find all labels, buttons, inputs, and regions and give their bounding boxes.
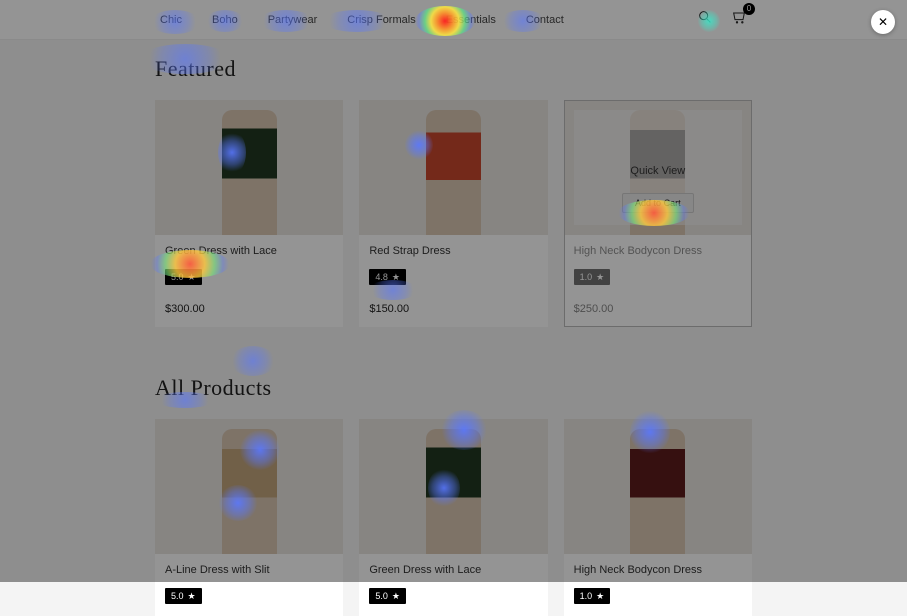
product-title: High Neck Bodycon Dress xyxy=(574,564,742,576)
product-image[interactable] xyxy=(155,419,343,554)
cart-icon xyxy=(731,12,747,29)
rating-badge: 5.0★ xyxy=(165,588,202,604)
rating-badge: 4.8★ xyxy=(369,269,406,285)
nav-item-essentials[interactable]: Essentials xyxy=(446,14,496,26)
product-image[interactable] xyxy=(564,419,752,554)
product-card[interactable]: A-Line Dress with Slit 5.0★ xyxy=(155,419,343,616)
product-price: $150.00 xyxy=(369,303,537,315)
all-products-heading: All Products xyxy=(155,375,752,401)
nav-item-partywear[interactable]: Partywear xyxy=(268,14,318,26)
nav-icons: 0 xyxy=(697,9,747,30)
product-image[interactable] xyxy=(155,100,343,235)
cart-button[interactable]: 0 xyxy=(731,9,747,30)
product-card[interactable]: Green Dress with Lace 5.0★ $300.00 xyxy=(155,100,343,327)
product-card[interactable]: Green Dress with Lace 5.0★ xyxy=(359,419,547,616)
star-icon: ★ xyxy=(188,273,196,282)
rating-badge: 1.0★ xyxy=(574,588,611,604)
product-card-hovered[interactable]: Quick View Add to Cart High Neck Bodycon… xyxy=(564,100,752,327)
search-icon[interactable] xyxy=(697,9,713,30)
product-title: Green Dress with Lace xyxy=(369,564,537,576)
top-navbar: Chic Boho Partywear Crisp Formals Essent… xyxy=(0,0,907,40)
page-content: Featured Green Dress with Lace 5.0★ $300… xyxy=(0,40,907,616)
nav-links: Chic Boho Partywear Crisp Formals Essent… xyxy=(160,14,564,26)
product-card[interactable]: Red Strap Dress 4.8★ $150.00 xyxy=(359,100,547,327)
star-icon: ★ xyxy=(392,273,400,282)
hover-frame xyxy=(564,100,752,327)
nav-item-crispformals[interactable]: Crisp Formals xyxy=(347,14,415,26)
product-price: $300.00 xyxy=(165,303,333,315)
nav-item-contact[interactable]: Contact xyxy=(526,14,564,26)
star-icon: ★ xyxy=(188,592,196,601)
star-icon: ★ xyxy=(596,592,604,601)
rating-badge: 5.0★ xyxy=(369,588,406,604)
featured-heading: Featured xyxy=(155,56,752,82)
featured-grid: Green Dress with Lace 5.0★ $300.00 Red S… xyxy=(155,100,752,327)
product-title: Green Dress with Lace xyxy=(165,245,333,257)
all-products-grid: A-Line Dress with Slit 5.0★ Green Dress … xyxy=(155,419,752,616)
product-title: A-Line Dress with Slit xyxy=(165,564,333,576)
product-card[interactable]: High Neck Bodycon Dress 1.0★ xyxy=(564,419,752,616)
star-icon: ★ xyxy=(392,592,400,601)
product-image[interactable] xyxy=(359,419,547,554)
cart-count-badge: 0 xyxy=(743,3,755,15)
rating-badge: 5.0★ xyxy=(165,269,202,285)
close-button[interactable]: ✕ xyxy=(871,10,895,34)
nav-item-chic[interactable]: Chic xyxy=(160,14,182,26)
product-title: Red Strap Dress xyxy=(369,245,537,257)
product-image[interactable] xyxy=(359,100,547,235)
nav-item-boho[interactable]: Boho xyxy=(212,14,238,26)
